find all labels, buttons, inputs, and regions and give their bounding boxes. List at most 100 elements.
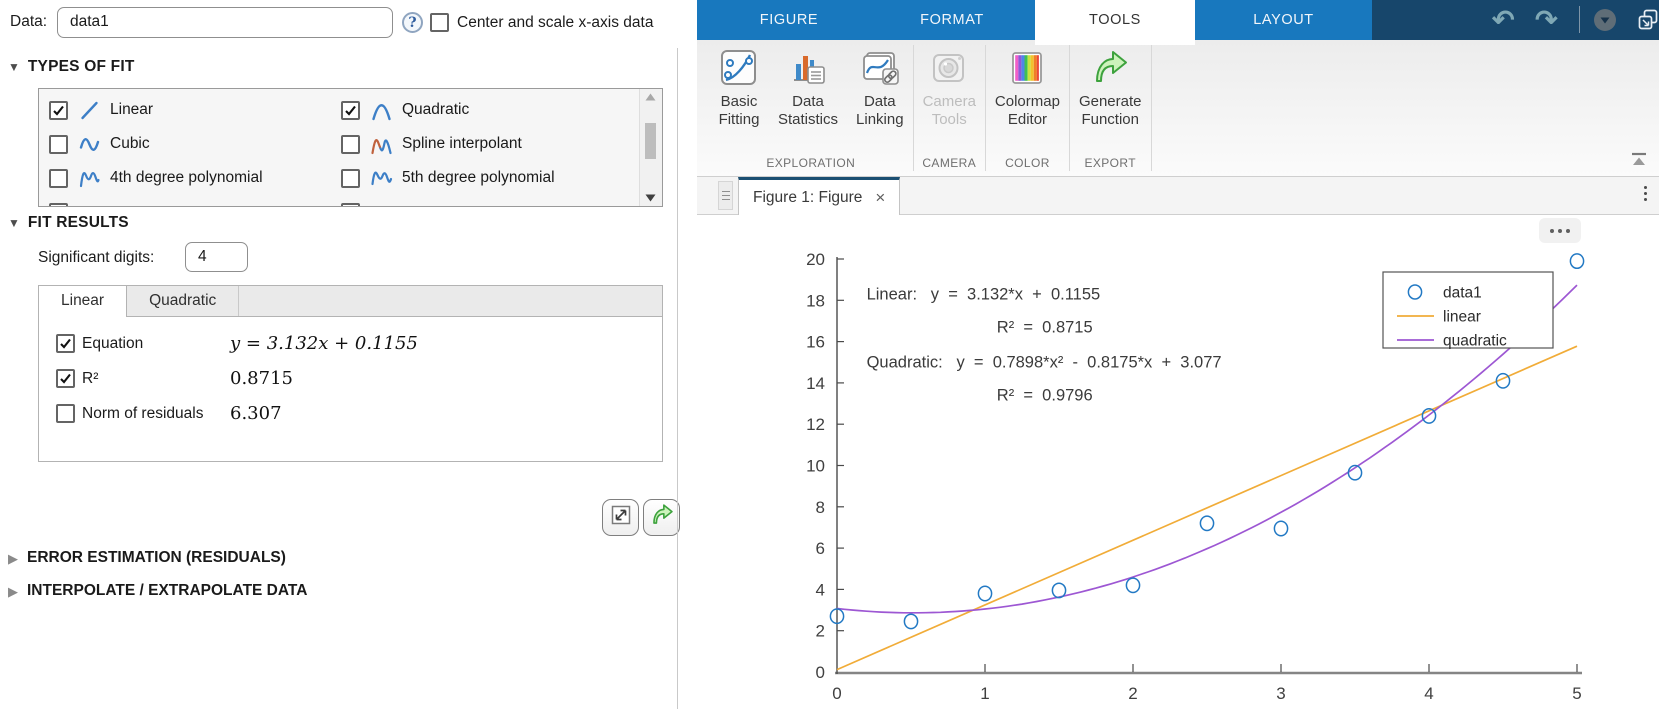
quadratic-fit-icon xyxy=(369,99,393,122)
fit-annotation: R² = 0.9796 xyxy=(997,387,1093,405)
ribbon-tab-tools[interactable]: TOOLS xyxy=(1035,0,1195,45)
fit-results-tabs: Linear Quadratic xyxy=(39,286,662,317)
kebab-menu-icon[interactable] xyxy=(1644,186,1647,201)
result-row-norm-of-residuals: Norm of residuals 6.307 xyxy=(39,396,662,431)
section-title: ERROR ESTIMATION (RESIDUALS) xyxy=(27,549,286,566)
undo-icon[interactable]: ↶ xyxy=(1492,3,1515,37)
toolbar-separator xyxy=(1579,6,1580,33)
data1-data-point[interactable] xyxy=(1051,582,1067,599)
data1-data-point[interactable] xyxy=(903,613,919,630)
fit-type-checkbox-partial[interactable] xyxy=(49,202,68,206)
significant-digits-dropdown[interactable]: 4 xyxy=(185,242,248,272)
fit-type-checkbox-cubic[interactable] xyxy=(49,134,68,154)
ribbon-groups: Basic Fitting Data Statistics Data Linking EXP… xyxy=(697,40,1659,176)
fit-type-checkbox-linear[interactable] xyxy=(49,100,68,120)
colormap-editor-button[interactable]: Colormap Editor xyxy=(986,45,1069,129)
scroll-down-icon[interactable] xyxy=(645,194,656,202)
basic-fitting-button[interactable]: Basic Fitting xyxy=(709,45,769,129)
x-tick-label: 4 xyxy=(1424,684,1433,703)
poly4-fit-icon xyxy=(77,167,101,190)
center-scale-checkbox[interactable] xyxy=(430,13,449,32)
poly6-fit-icon xyxy=(77,201,101,206)
ribbon-button-label: Colormap Editor xyxy=(994,93,1060,128)
data-linking-button[interactable]: Data Linking xyxy=(847,45,913,129)
results-tab-quadratic[interactable]: Quadratic xyxy=(127,286,240,316)
fit-type-checkbox-spline-interpolant[interactable] xyxy=(341,134,360,154)
fit-type-partial[interactable] xyxy=(341,195,634,206)
scroll-up-icon[interactable] xyxy=(645,93,656,101)
types-of-fit-header[interactable]: ▼ TYPES OF FIT xyxy=(8,58,135,76)
result-label: R² xyxy=(82,369,99,387)
fit-type-checkbox-partial[interactable] xyxy=(341,202,360,206)
center-scale-label: Center and scale x-axis data xyxy=(457,14,654,31)
dataset-dropdown[interactable]: data1 xyxy=(57,7,393,38)
undock-icon[interactable] xyxy=(1635,7,1659,33)
triangle-down-icon: ▼ xyxy=(8,216,20,230)
data-statistics-button[interactable]: Data Statistics xyxy=(769,45,847,129)
fit-type-linear[interactable]: Linear xyxy=(49,93,341,127)
collapse-ribbon-icon[interactable] xyxy=(1629,151,1649,168)
fit-type-cubic[interactable]: Cubic xyxy=(49,127,341,161)
fit-type-4th-degree-polynomial[interactable]: 4th degree polynomial xyxy=(49,161,341,195)
generate-function-button[interactable]: Generate Function xyxy=(1070,45,1151,129)
result-value: 6.307 xyxy=(230,403,282,424)
panel-handle-icon[interactable] xyxy=(718,181,733,210)
redo-icon[interactable]: ↷ xyxy=(1535,3,1558,37)
data-label: Data: xyxy=(10,13,48,30)
data-linking-icon xyxy=(859,45,901,91)
fit-type-partial[interactable] xyxy=(49,195,341,206)
x-tick-label: 3 xyxy=(1276,684,1285,703)
fit-type-checkbox-5th-degree-polynomial[interactable] xyxy=(341,168,360,188)
ribbon-group-caption: CAMERA xyxy=(922,156,977,170)
result-checkbox-r[interactable] xyxy=(56,369,75,388)
y-tick-label: 6 xyxy=(816,539,825,558)
toolstrip-dropdown-icon[interactable] xyxy=(1594,9,1616,31)
dataset-dropdown-value: data1 xyxy=(70,13,109,30)
help-icon[interactable]: ? xyxy=(402,12,423,33)
legend[interactable]: data1 linear quadratic xyxy=(1382,271,1554,350)
fit-type-label: Quadratic xyxy=(402,101,470,118)
fit-type-5th-degree-polynomial[interactable]: 5th degree polynomial xyxy=(341,161,634,195)
section-header-interpolate-extrapolate-data[interactable]: ▶ INTERPOLATE / EXTRAPOLATE DATA xyxy=(8,582,307,600)
fit-type-quadratic[interactable]: Quadratic xyxy=(341,93,634,127)
fit-list-scrollbar[interactable] xyxy=(639,89,662,206)
ribbon-group-export: Generate Function EXPORT xyxy=(1070,40,1151,176)
fit-type-checkbox-quadratic[interactable] xyxy=(341,100,360,120)
ribbon-group-caption: COLOR xyxy=(1005,156,1050,170)
data1-data-point[interactable] xyxy=(1199,515,1215,532)
figure-tab-bar: Figure 1: Figure × xyxy=(697,177,1659,215)
camera-tools-icon xyxy=(928,45,970,91)
section-header-error-estimation-residuals[interactable]: ▶ ERROR ESTIMATION (RESIDUALS) xyxy=(8,549,286,567)
result-checkbox-equation[interactable] xyxy=(56,334,75,353)
export-results-button[interactable] xyxy=(643,499,680,536)
data1-data-point[interactable] xyxy=(977,585,993,602)
y-tick-label: 0 xyxy=(816,663,825,682)
expand-results-button[interactable] xyxy=(602,499,639,536)
result-value: y = 3.132x + 0.1155 xyxy=(230,333,418,354)
fit-type-spline-interpolant[interactable]: Spline interpolant xyxy=(341,127,634,161)
results-tab-linear[interactable]: Linear xyxy=(39,286,128,317)
ribbon-tab-bar: ↶ ↷ FIGURE FORMAT TOOLS LAYOUT xyxy=(697,0,1659,45)
result-row-equation: Equation y = 3.132x + 0.1155 xyxy=(39,326,662,361)
data1-data-point[interactable] xyxy=(1273,520,1289,537)
ribbon-tab-layout[interactable]: LAYOUT xyxy=(1195,0,1372,40)
ribbon-button-label: Data Linking xyxy=(856,93,904,128)
data1-data-point[interactable] xyxy=(1569,253,1585,270)
linear-fit-line[interactable] xyxy=(836,345,1578,671)
close-icon[interactable]: × xyxy=(875,189,885,206)
data1-data-point[interactable] xyxy=(1125,577,1141,594)
x-tick-label: 0 xyxy=(832,684,841,703)
figure-canvas: 0 2 4 6 8 10 12 14 16 18 20 0 1 2 3 4 5 Linear: y = 3.132… xyxy=(697,215,1659,709)
result-checkbox-norm-of-residuals[interactable] xyxy=(56,404,75,423)
ribbon-button-label: Generate Function xyxy=(1078,93,1142,128)
legend-label-data1: data1 xyxy=(1443,285,1482,302)
fit-results-header[interactable]: ▼ FIT RESULTS xyxy=(8,214,129,232)
axes-toolbar-button[interactable] xyxy=(1539,218,1581,243)
ribbon-button-label: Camera Tools xyxy=(922,93,976,128)
scrollbar-thumb[interactable] xyxy=(645,123,656,159)
ribbon-tab-figure[interactable]: FIGURE xyxy=(709,0,869,40)
figure-tab[interactable]: Figure 1: Figure × xyxy=(738,177,901,215)
ribbon-tab-format[interactable]: FORMAT xyxy=(869,0,1035,40)
fit-type-checkbox-4th-degree-polynomial[interactable] xyxy=(49,168,68,188)
basic-fitting-icon xyxy=(718,45,760,91)
